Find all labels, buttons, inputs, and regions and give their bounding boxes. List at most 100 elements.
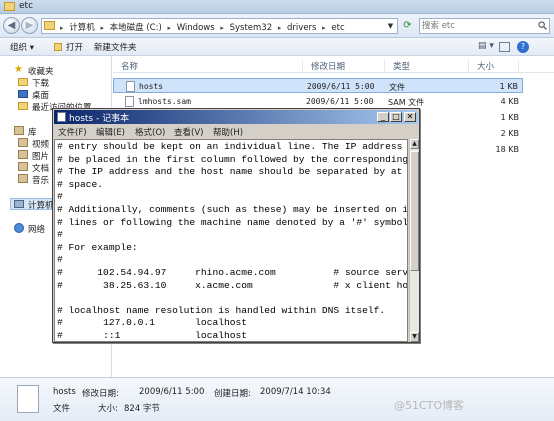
scrollbar-thumb[interactable] bbox=[410, 151, 419, 271]
chevron-right-icon[interactable]: ▸ bbox=[168, 24, 172, 32]
computer-icon bbox=[14, 200, 24, 208]
vertical-scrollbar[interactable]: ▲ ▼ bbox=[409, 139, 419, 342]
search-box[interactable] bbox=[419, 18, 550, 34]
details-modified-label: 修改日期: bbox=[82, 389, 119, 399]
notepad-icon bbox=[57, 112, 66, 122]
notepad-window: hosts - 记事本 _ □ ✕ 文件(F) 编辑(E) 格式(O) 查看(V… bbox=[52, 108, 420, 343]
chevron-right-icon[interactable]: ▸ bbox=[220, 24, 224, 32]
notepad-text-area[interactable]: # entry should be kept on an individual … bbox=[57, 141, 407, 341]
file-date: 2009/6/11 5:00 bbox=[307, 82, 375, 91]
nav-label: 音乐 bbox=[32, 176, 50, 186]
column-header: 名称 修改日期 类型 大小 bbox=[113, 59, 554, 73]
file-type: 文件 bbox=[389, 83, 405, 92]
downloads-folder-icon bbox=[18, 78, 28, 86]
menu-format[interactable]: 格式(O) bbox=[135, 126, 165, 138]
column-date-modified[interactable]: 修改日期 bbox=[303, 60, 385, 72]
file-icon bbox=[126, 81, 135, 92]
menu-help[interactable]: 帮助(H) bbox=[213, 126, 243, 138]
breadcrumb: ▸ 计算机 ▸ 本地磁盘 (C:) ▸ Windows ▸ System32 ▸… bbox=[60, 21, 348, 33]
address-dropdown-icon[interactable]: ▼ bbox=[385, 20, 396, 32]
chevron-right-icon[interactable]: ▸ bbox=[278, 24, 282, 32]
notepad-title: hosts - 记事本 bbox=[69, 114, 130, 124]
network-icon bbox=[14, 223, 24, 233]
file-icon bbox=[125, 96, 134, 107]
details-pane: hosts 修改日期: 2009/6/11 5:00 创建日期: 2009/7/… bbox=[0, 377, 554, 421]
minimize-button[interactable]: _ bbox=[377, 112, 389, 122]
column-type[interactable]: 类型 bbox=[385, 60, 469, 72]
open-button[interactable]: 打开 bbox=[54, 41, 83, 53]
menu-edit[interactable]: 编辑(E) bbox=[96, 126, 125, 138]
new-folder-button[interactable]: 新建文件夹 bbox=[94, 41, 137, 53]
file-date: 2009/6/11 5:00 bbox=[306, 97, 374, 106]
refresh-button[interactable]: ⟳ bbox=[400, 18, 415, 34]
breadcrumb-computer[interactable]: 计算机 bbox=[69, 23, 95, 33]
watermark: @51CTO博客 bbox=[394, 399, 465, 412]
help-icon[interactable]: ? bbox=[517, 41, 529, 53]
library-icon bbox=[14, 126, 24, 135]
breadcrumb-etc[interactable]: etc bbox=[331, 23, 344, 33]
menu-file[interactable]: 文件(F) bbox=[58, 126, 87, 138]
nav-label: 库 bbox=[28, 128, 37, 138]
file-name: hosts bbox=[139, 82, 164, 91]
address-bar[interactable]: ▸ 计算机 ▸ 本地磁盘 (C:) ▸ Windows ▸ System32 ▸… bbox=[41, 18, 398, 34]
folder-icon bbox=[4, 2, 15, 11]
column-size[interactable]: 大小 bbox=[469, 60, 519, 72]
explorer-title: etc bbox=[19, 1, 34, 11]
nav-label: 网络 bbox=[28, 225, 46, 235]
file-size: 4 KB bbox=[500, 97, 519, 106]
details-created-label: 创建日期: bbox=[214, 389, 251, 399]
details-file-name: hosts bbox=[53, 387, 76, 397]
chevron-right-icon[interactable]: ▸ bbox=[322, 24, 326, 32]
breadcrumb-local-disk[interactable]: 本地磁盘 (C:) bbox=[110, 23, 162, 33]
file-name: lmhosts.sam bbox=[138, 97, 191, 106]
chevron-right-icon: ▸ bbox=[60, 24, 64, 32]
search-icon[interactable] bbox=[538, 21, 547, 30]
nav-label: 下载 bbox=[32, 79, 50, 89]
close-button[interactable]: ✕ bbox=[404, 112, 416, 122]
details-created-value: 2009/7/14 10:34 bbox=[260, 387, 331, 397]
file-size: 18 KB bbox=[495, 145, 519, 154]
file-size: 1 KB bbox=[499, 82, 518, 91]
notepad-editor[interactable]: # entry should be kept on an individual … bbox=[54, 139, 408, 342]
forward-button[interactable]: ▶ bbox=[21, 17, 38, 34]
file-row-hosts[interactable]: hosts 2009/6/11 5:00 文件 1 KB bbox=[113, 78, 523, 93]
desktop-icon bbox=[18, 90, 28, 98]
document-library-icon bbox=[18, 162, 28, 171]
menu-view[interactable]: 查看(V) bbox=[174, 126, 203, 138]
command-bar: 组织 ▾ 打开 新建文件夹 ▤ ▾ ? bbox=[0, 38, 554, 56]
open-icon bbox=[54, 43, 62, 51]
file-type: SAM 文件 bbox=[388, 98, 425, 107]
file-size: 2 KB bbox=[500, 129, 519, 138]
breadcrumb-windows[interactable]: Windows bbox=[177, 23, 215, 33]
notepad-title-bar[interactable]: hosts - 记事本 _ □ ✕ bbox=[54, 110, 418, 124]
details-size-label: 大小: bbox=[98, 404, 118, 414]
notepad-menu-bar: 文件(F) 编辑(E) 格式(O) 查看(V) 帮助(H) bbox=[54, 124, 418, 138]
details-type: 文件 bbox=[53, 404, 71, 414]
open-label: 打开 bbox=[66, 43, 84, 53]
maximize-button[interactable]: □ bbox=[390, 112, 402, 122]
scroll-up-icon[interactable]: ▲ bbox=[410, 139, 419, 149]
breadcrumb-system32[interactable]: System32 bbox=[230, 23, 273, 33]
chevron-right-icon[interactable]: ▸ bbox=[100, 24, 104, 32]
file-icon bbox=[17, 385, 39, 413]
nav-label: 视频 bbox=[32, 140, 50, 150]
music-library-icon bbox=[18, 174, 28, 183]
address-bar-row: ◀ ▶ ▸ 计算机 ▸ 本地磁盘 (C:) ▸ Windows ▸ System… bbox=[0, 14, 554, 38]
breadcrumb-drivers[interactable]: drivers bbox=[287, 23, 316, 33]
organize-button[interactable]: 组织 ▾ bbox=[10, 41, 34, 53]
file-row-lmhosts[interactable]: lmhosts.sam 2009/6/11 5:00 SAM 文件 4 KB bbox=[113, 94, 523, 109]
nav-label: 收藏夹 bbox=[28, 67, 54, 77]
video-library-icon bbox=[18, 138, 28, 147]
picture-library-icon bbox=[18, 150, 28, 159]
column-name[interactable]: 名称 bbox=[113, 60, 303, 72]
nav-label: 文档 bbox=[32, 164, 50, 174]
preview-pane-button[interactable] bbox=[499, 42, 510, 52]
details-size-value: 824 字节 bbox=[124, 404, 160, 414]
folder-icon bbox=[44, 21, 55, 30]
file-size: 1 KB bbox=[500, 113, 519, 122]
change-view-button[interactable]: ▤ ▾ bbox=[478, 41, 494, 51]
search-input[interactable] bbox=[422, 20, 534, 32]
back-button[interactable]: ◀ bbox=[3, 17, 20, 34]
nav-label: 图片 bbox=[32, 152, 50, 162]
scroll-down-icon[interactable]: ▼ bbox=[410, 332, 419, 342]
